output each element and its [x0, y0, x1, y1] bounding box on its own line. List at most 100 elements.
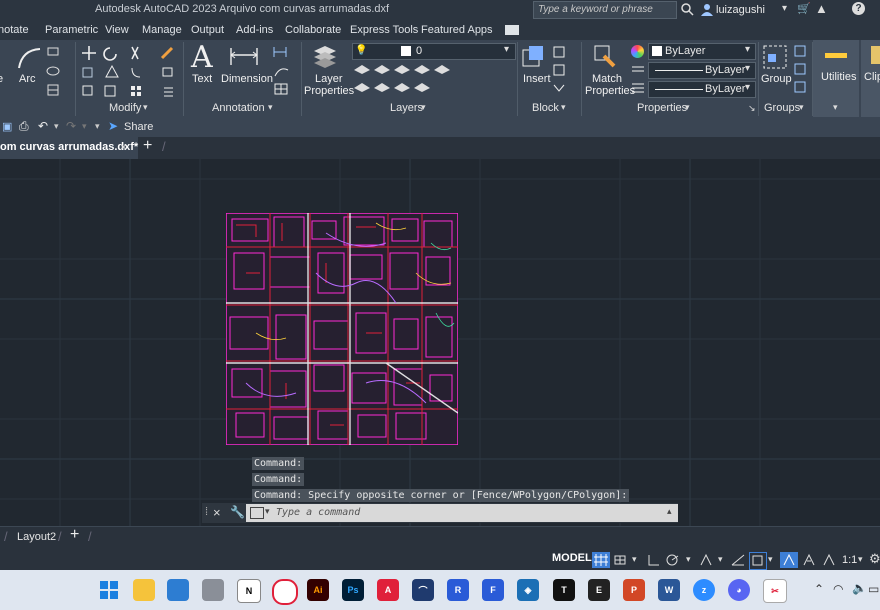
- dimension-label[interactable]: Dimension: [221, 73, 273, 85]
- new-tab-icon[interactable]: +: [143, 137, 152, 155]
- snap-icon[interactable]: [612, 553, 628, 567]
- autocad-icon[interactable]: A: [377, 579, 399, 601]
- formit-icon[interactable]: F: [482, 579, 504, 601]
- cart-icon[interactable]: 🛒: [797, 2, 811, 15]
- discord-icon[interactable]: ◕: [728, 579, 750, 601]
- command-prompt-icon[interactable]: [250, 507, 264, 519]
- chevron-down-icon[interactable]: ▾: [561, 102, 566, 113]
- layer-properties-icon[interactable]: [312, 43, 338, 71]
- chevron-down-icon[interactable]: ▾: [833, 102, 838, 113]
- app-icon[interactable]: T: [553, 579, 575, 601]
- layer-properties-label-2[interactable]: Properties: [304, 85, 354, 97]
- group-icon[interactable]: [762, 44, 788, 70]
- word-icon[interactable]: W: [658, 579, 680, 601]
- text-label[interactable]: Text: [192, 73, 212, 85]
- zoom-icon[interactable]: z: [693, 579, 715, 601]
- match-properties-label-1[interactable]: Match: [592, 73, 622, 85]
- battery-icon[interactable]: ▭: [868, 582, 879, 596]
- snipping-tool-icon[interactable]: ✂: [763, 579, 787, 603]
- insert-label[interactable]: Insert: [523, 73, 551, 85]
- group-tools-icons[interactable]: [793, 44, 809, 96]
- tab-collaborate[interactable]: Collaborate: [285, 24, 341, 36]
- autodesk-a-icon[interactable]: ▲: [815, 1, 828, 16]
- powerpoint-icon[interactable]: P: [623, 579, 645, 601]
- tab-view[interactable]: View: [105, 24, 129, 36]
- chevron-down-icon[interactable]: ▾: [143, 102, 148, 113]
- arc-icon[interactable]: [16, 46, 42, 70]
- modify-tools-icons[interactable]: [80, 44, 180, 100]
- insert-block-icon[interactable]: [521, 44, 547, 70]
- block-tools-icons[interactable]: [552, 45, 570, 95]
- panel-launcher-icon[interactable]: ↘: [748, 103, 756, 114]
- polar-icon[interactable]: [665, 553, 681, 567]
- chevron-down-icon[interactable]: ▾: [268, 102, 273, 113]
- illustrator-icon[interactable]: Ai: [307, 579, 329, 601]
- gear-icon[interactable]: ⚙: [869, 551, 880, 567]
- undo-icon[interactable]: ↶: [38, 119, 48, 133]
- close-icon[interactable]: ×: [120, 140, 127, 154]
- layout2-tab[interactable]: Layout2: [17, 531, 56, 543]
- tab-express-tools[interactable]: Express Tools: [350, 24, 418, 36]
- annotation-scale-icon[interactable]: [821, 553, 837, 567]
- isodraft-icon[interactable]: [698, 553, 714, 567]
- layer-tools-icons[interactable]: [352, 62, 452, 98]
- user-icon[interactable]: [700, 2, 714, 16]
- file-explorer-icon[interactable]: [133, 579, 155, 601]
- revit-icon[interactable]: R: [447, 579, 469, 601]
- color-dropdown[interactable]: ByLayer ▾: [648, 43, 756, 60]
- command-input[interactable]: ▾ Type a command ▴: [246, 504, 678, 522]
- annotation-scale-value[interactable]: 1:1: [842, 554, 857, 566]
- chevron-down-icon[interactable]: ▾: [632, 554, 637, 565]
- wrench-icon[interactable]: 🔧: [230, 505, 245, 519]
- chevron-down-icon[interactable]: ▾: [82, 121, 87, 132]
- chevron-up-icon[interactable]: ▴: [667, 506, 672, 517]
- match-properties-icon[interactable]: [592, 44, 618, 70]
- dimension-icon[interactable]: [228, 45, 260, 69]
- chevron-down-icon[interactable]: ▾: [265, 506, 270, 517]
- annotation-panel-title[interactable]: Annotation: [212, 102, 265, 114]
- notion-icon[interactable]: N: [237, 579, 261, 603]
- sketchup-icon[interactable]: ◈: [517, 579, 539, 601]
- text-icon[interactable]: A: [191, 40, 213, 75]
- clipboard-label[interactable]: Clip: [864, 71, 880, 83]
- grid-toggle-icon[interactable]: [592, 552, 610, 568]
- customize-qa-icon[interactable]: ▾: [95, 121, 100, 132]
- file-tab-label[interactable]: om curvas arrumadas.dxf*: [0, 141, 138, 153]
- share-label[interactable]: Share: [124, 121, 153, 133]
- draw-e-label[interactable]: e: [0, 73, 3, 85]
- layer-dropdown[interactable]: 💡 0 ▾: [352, 43, 516, 60]
- ortho-icon[interactable]: [646, 553, 660, 567]
- chevron-up-icon[interactable]: ⌃: [814, 582, 824, 596]
- close-icon[interactable]: ×: [213, 505, 221, 520]
- user-name[interactable]: luizagushi: [716, 4, 765, 16]
- chevron-down-icon[interactable]: ▾: [768, 554, 773, 565]
- epic-games-icon[interactable]: E: [588, 579, 610, 601]
- new-layout-icon[interactable]: +: [70, 526, 79, 544]
- opera-icon[interactable]: [272, 579, 298, 605]
- tab-manage[interactable]: Manage: [142, 24, 182, 36]
- tab-annotate[interactable]: notate: [0, 24, 29, 36]
- app-icon[interactable]: ⌒: [412, 579, 434, 601]
- object-snap-icon[interactable]: [749, 552, 767, 570]
- chevron-down-icon[interactable]: ▾: [421, 102, 426, 113]
- utilities-label[interactable]: Utilities: [821, 71, 856, 83]
- chevron-down-icon[interactable]: ▾: [782, 3, 787, 14]
- tab-add-ins[interactable]: Add-ins: [236, 24, 273, 36]
- photoshop-icon[interactable]: Ps: [342, 579, 364, 601]
- tab-output[interactable]: Output: [191, 24, 224, 36]
- annotation-tools-icons[interactable]: [272, 44, 298, 98]
- save-icon[interactable]: ▣: [2, 120, 12, 133]
- arc-label[interactable]: Arc: [19, 73, 36, 85]
- monitor-app-icon[interactable]: [167, 579, 189, 601]
- lineweight-dropdown[interactable]: ByLayer ▾: [648, 81, 756, 98]
- help-icon[interactable]: ?: [852, 2, 865, 15]
- match-properties-label-2[interactable]: Properties: [585, 85, 635, 97]
- model-space-button[interactable]: MODEL: [552, 552, 592, 564]
- modify-panel-title[interactable]: Modify: [109, 102, 141, 114]
- object-snap-tracking-icon[interactable]: [730, 553, 746, 567]
- block-panel-title[interactable]: Block: [532, 102, 559, 114]
- chevron-down-icon[interactable]: ▾: [685, 102, 690, 113]
- autoscale-icon[interactable]: [801, 553, 819, 567]
- group-label[interactable]: Group: [761, 73, 792, 85]
- urban-map-drawing[interactable]: [226, 213, 458, 445]
